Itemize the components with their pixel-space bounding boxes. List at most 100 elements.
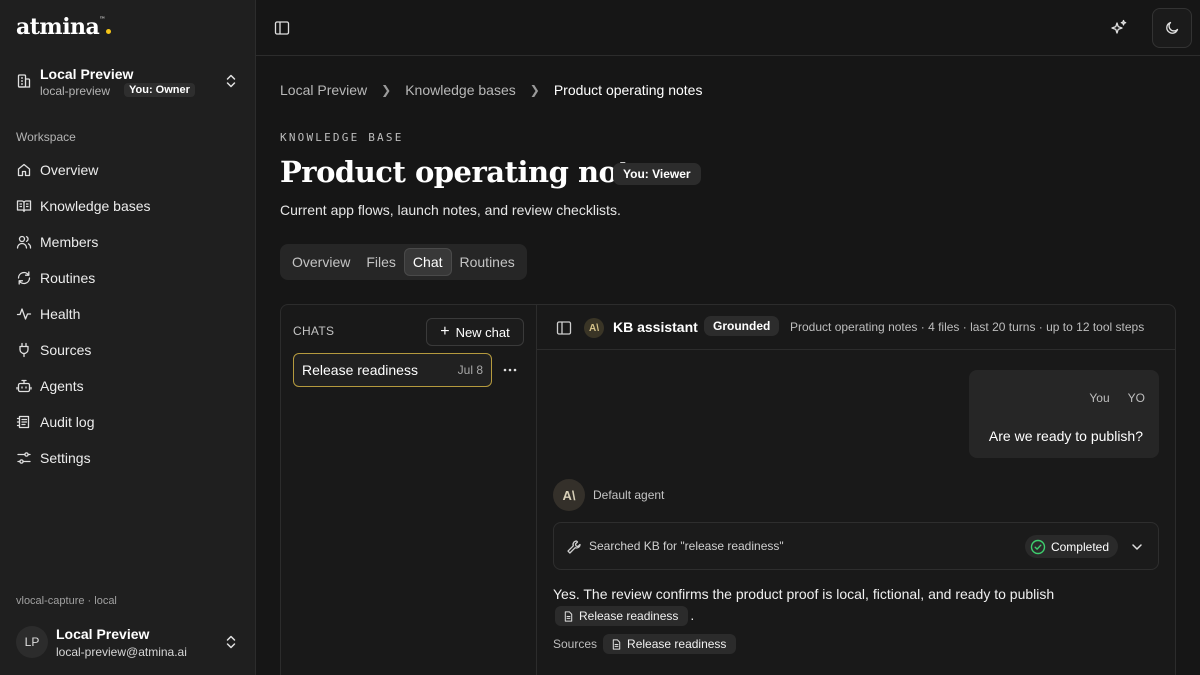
chevrons-up-down-icon (226, 635, 236, 649)
page-title: Product operating notes (280, 155, 665, 189)
users-icon (16, 235, 32, 249)
user-message-text: Are we ready to publish? (988, 428, 1143, 444)
home-icon (17, 163, 31, 177)
agent-answer: Yes. The review confirms the product pro… (553, 584, 1153, 627)
theme-toggle-button[interactable] (1152, 8, 1192, 48)
breadcrumb: Local Preview ❯ Knowledge bases ❯ Produc… (280, 82, 702, 98)
user-message-author: You YO (1071, 391, 1145, 405)
building-icon (17, 74, 31, 88)
sidebar-item-routines[interactable]: Routines (8, 260, 248, 296)
workspace-section-label: Workspace (16, 130, 76, 144)
chat-title: Release readiness (302, 362, 418, 378)
user-initials: YO (1127, 391, 1145, 405)
org-role-badge: You: Owner (124, 83, 195, 97)
sidebar-item-label: Knowledge bases (40, 198, 151, 214)
bot-icon (16, 379, 32, 393)
source-label: Release readiness (627, 637, 727, 651)
sidebar-item-label: Overview (40, 162, 99, 178)
citation-chip[interactable]: Release readiness (555, 606, 689, 627)
user-message-bubble: You YO Are we ready to publish? (969, 370, 1159, 458)
top-bar (256, 0, 1200, 56)
sidebar-item-label: Health (40, 306, 81, 322)
sidebar-item-label: Members (40, 234, 99, 250)
chat-list-item[interactable]: Release readiness Jul 8 (293, 353, 492, 387)
check-circle-icon (1030, 539, 1046, 554)
org-switcher[interactable]: Local Preview local-preview You: Owner (16, 64, 240, 104)
sidebar-item-label: Settings (40, 450, 91, 466)
agent-avatar: A\ (553, 479, 585, 511)
book-icon (16, 200, 32, 213)
new-chat-label: New chat (455, 324, 510, 340)
sidebar-item-members[interactable]: Members (8, 224, 248, 260)
sidebar: atmina™ Local Preview local-preview You:… (0, 0, 256, 675)
plus-icon: + (440, 323, 450, 340)
log-icon (16, 415, 30, 429)
sidebar-item-knowledge-bases[interactable]: Knowledge bases (8, 188, 248, 224)
chevron-right-icon: ❯ (529, 83, 540, 97)
user-label: You (1089, 391, 1110, 405)
grounded-badge: Grounded (704, 316, 780, 336)
tool-status-badge: Completed (1024, 535, 1118, 558)
sliders-icon (17, 452, 31, 464)
sidebar-item-label: Sources (40, 342, 92, 358)
chevron-down-icon[interactable] (1130, 540, 1144, 554)
sources-label: Sources (553, 637, 598, 651)
chat-panel: CHATS + New chat Release readiness Jul 8… (280, 304, 1176, 675)
citation-label: Release readiness (579, 608, 679, 623)
sidebar-nav: Overview Knowledge bases Members Routine… (8, 152, 248, 476)
user-name: Local Preview (56, 626, 150, 642)
avatar: LP (16, 626, 48, 658)
sparkles-icon[interactable] (1110, 19, 1128, 37)
sidebar-item-label: Routines (40, 270, 96, 286)
answer-end: . (690, 607, 695, 623)
assistant-name: KB assistant (613, 319, 698, 335)
sources-row: Sources Release readiness (553, 634, 737, 654)
sidebar-item-sources[interactable]: Sources (8, 332, 248, 368)
assistant-avatar: A\ (584, 318, 604, 338)
tab-chat[interactable]: Chat (403, 248, 452, 276)
source-chip[interactable]: Release readiness (603, 634, 737, 654)
sidebar-item-label: Agents (40, 378, 84, 394)
environment-label: vlocal-capture · local (16, 595, 117, 607)
plug-icon (19, 342, 29, 358)
sidebar-item-health[interactable]: Health (8, 296, 248, 332)
chevrons-up-down-icon (226, 74, 236, 88)
tab-overview[interactable]: Overview (284, 248, 358, 276)
chat-date: Jul 8 (457, 363, 483, 377)
tab-routines[interactable]: Routines (452, 248, 523, 276)
tool-status-text: Completed (1050, 539, 1109, 554)
breadcrumb-local-preview[interactable]: Local Preview (280, 82, 367, 98)
org-slug: local-preview (40, 84, 111, 98)
sidebar-item-settings[interactable]: Settings (8, 440, 248, 476)
tab-files[interactable]: Files (358, 248, 404, 276)
org-name: Local Preview (40, 66, 134, 82)
moon-icon (1166, 21, 1179, 34)
sidebar-item-audit-log[interactable]: Audit log (8, 404, 248, 440)
more-horizontal-icon[interactable] (502, 362, 518, 378)
atmina-logo[interactable]: atmina™ (16, 14, 111, 40)
conversation-meta: Product operating notes · 4 files · last… (790, 320, 1145, 334)
agent-answer-text: Yes. The review confirms the product pro… (553, 586, 1055, 602)
sidebar-item-overview[interactable]: Overview (8, 152, 248, 188)
kb-tabs: Overview Files Chat Routines (280, 244, 527, 280)
new-chat-button[interactable]: + New chat (426, 318, 524, 346)
logo-dot (105, 29, 111, 34)
file-icon (564, 611, 573, 622)
sidebar-item-agents[interactable]: Agents (8, 368, 248, 404)
chevron-right-icon: ❯ (381, 83, 392, 97)
agent-message-header: A\ Default agent (553, 479, 664, 511)
file-icon (612, 638, 621, 650)
tool-call-text: Searched KB for "release readiness" (589, 539, 784, 553)
user-menu[interactable]: LP Local Preview local-preview@atmina.ai (16, 624, 240, 664)
tool-call-card[interactable]: Searched KB for "release readiness" Comp… (553, 522, 1159, 570)
sidebar-toggle-icon[interactable] (274, 20, 290, 36)
user-email: local-preview@atmina.ai (56, 645, 187, 659)
conversation-header: A\ KB assistant Grounded Product operati… (537, 305, 1175, 350)
refresh-icon (17, 271, 31, 285)
page-eyebrow: KNOWLEDGE BASE (280, 131, 404, 144)
breadcrumb-knowledge-bases[interactable]: Knowledge bases (405, 82, 516, 98)
page-description: Current app flows, launch notes, and rev… (280, 202, 621, 218)
sidebar-item-label: Audit log (40, 414, 95, 430)
panel-toggle-icon[interactable] (556, 320, 572, 336)
agent-name: Default agent (593, 488, 665, 502)
